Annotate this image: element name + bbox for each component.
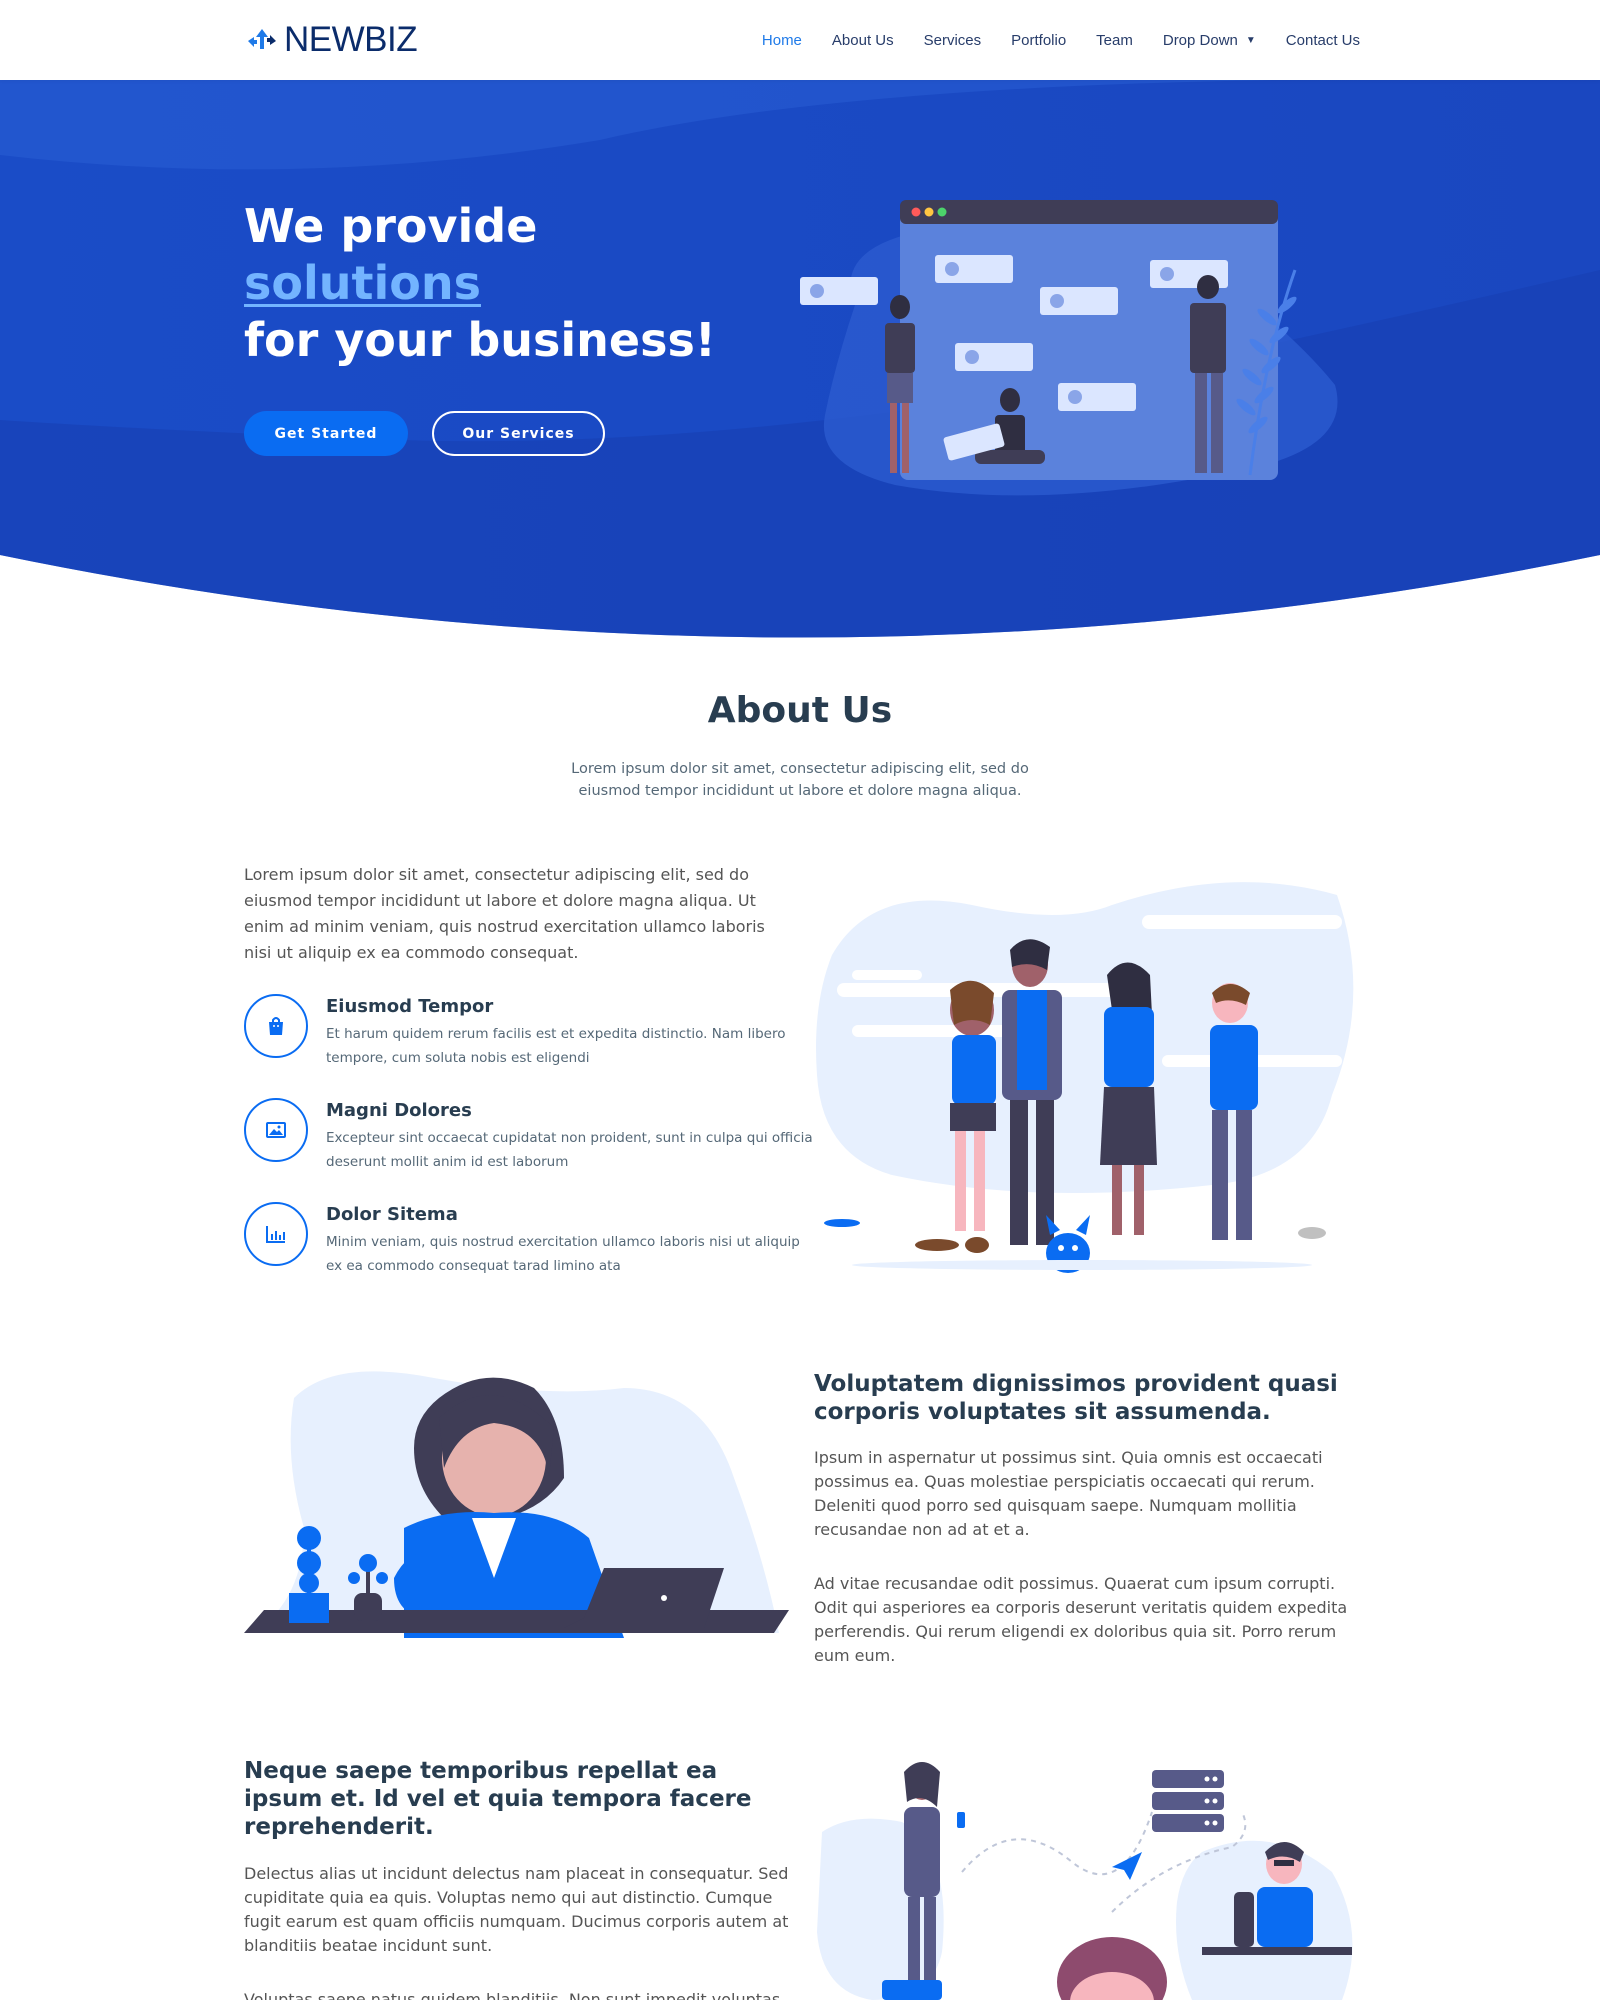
bar-chart-icon <box>244 1202 308 1266</box>
block2-paragraph-1: Ipsum in aspernatur ut possimus sint. Qu… <box>814 1448 1323 1539</box>
block2-paragraph-2: Ad vitae recusandae odit possimus. Quaer… <box>814 1574 1348 1665</box>
feature-text: Et harum quidem rerum facilis est et exp… <box>326 1026 786 1066</box>
photo-icon <box>244 1098 308 1162</box>
brand-name: NEWBIZ <box>284 20 418 59</box>
about-intro: Lorem ipsum dolor sit amet, consectetur … <box>244 865 765 962</box>
hero-title-line3: for your business! <box>244 313 716 367</box>
nav-services-label: Services <box>923 31 982 49</box>
about-title: About Us <box>707 690 893 731</box>
nav-home[interactable]: Home <box>762 32 802 49</box>
hero-illustration <box>800 200 1338 496</box>
nav-dropdown-label: Drop Down <box>1162 31 1238 49</box>
block3-paragraph-2: Voluptas saepe natus quidem blanditiis. … <box>244 1990 781 2000</box>
nav-portfolio-label: Portfolio <box>1011 31 1067 49</box>
feature-item: Magni Dolores Excepteur sint occaecat cu… <box>244 1098 813 1188</box>
nav-team-label: Team <box>1096 31 1133 49</box>
block3-title: Neque saepe temporibus repellat ea ipsum… <box>244 1758 752 1840</box>
chevron-down-icon: ▼ <box>1245 34 1256 46</box>
woman-laptop-illustration <box>244 1371 789 1638</box>
block2-title: Voluptatem dignissimos provident quasi c… <box>814 1371 1338 1425</box>
feature-title: Magni Dolores <box>326 1100 472 1121</box>
nav-home-label: Home <box>761 31 802 49</box>
hero-title: We provide solutions for your business! <box>244 198 804 369</box>
logo[interactable]: NEWBIZ <box>244 20 418 60</box>
nav-about-label: About Us <box>831 31 894 49</box>
shopping-bag-icon <box>244 994 308 1058</box>
feature-text: Excepteur sint occaecat cupidatat non pr… <box>326 1130 813 1170</box>
main-nav: Home About Us Services Portfolio Team Dr… <box>700 0 1360 80</box>
get-started-button[interactable]: Get Started <box>244 411 408 456</box>
about-description: Lorem ipsum dolor sit amet, consectetur … <box>571 761 1029 799</box>
nav-about[interactable]: About Us <box>832 32 894 49</box>
feature-item: Dolor Sitema Minim veniam, quis nostrud … <box>244 1202 804 1292</box>
hero-title-accent: solutions <box>244 256 481 310</box>
hero-section: We provide solutions for your business! … <box>0 80 1600 640</box>
nav-contact-label: Contact Us <box>1285 31 1360 49</box>
site-header: NEWBIZ Home About Us Services Portfolio … <box>0 0 1600 80</box>
nav-portfolio[interactable]: Portfolio <box>1011 32 1066 49</box>
nav-services[interactable]: Services <box>924 32 982 49</box>
logo-icon <box>248 29 276 49</box>
team-illustration <box>816 882 1354 1273</box>
block3-paragraph-1: Delectus alias ut incidunt delectus nam … <box>244 1864 789 1955</box>
feature-text: Minim veniam, quis nostrud exercitation … <box>326 1234 800 1274</box>
feature-title: Eiusmod Tempor <box>326 996 494 1017</box>
network-illustration <box>817 1762 1353 2000</box>
hero-title-line1: We provide <box>244 199 538 253</box>
feature-item: Eiusmod Tempor Et harum quidem rerum fac… <box>244 994 804 1084</box>
feature-title: Dolor Sitema <box>326 1204 458 1225</box>
our-services-button[interactable]: Our Services <box>432 411 605 456</box>
nav-contact[interactable]: Contact Us <box>1286 32 1360 49</box>
nav-dropdown[interactable]: Drop Down ▼ <box>1163 32 1256 49</box>
nav-team[interactable]: Team <box>1096 32 1133 49</box>
